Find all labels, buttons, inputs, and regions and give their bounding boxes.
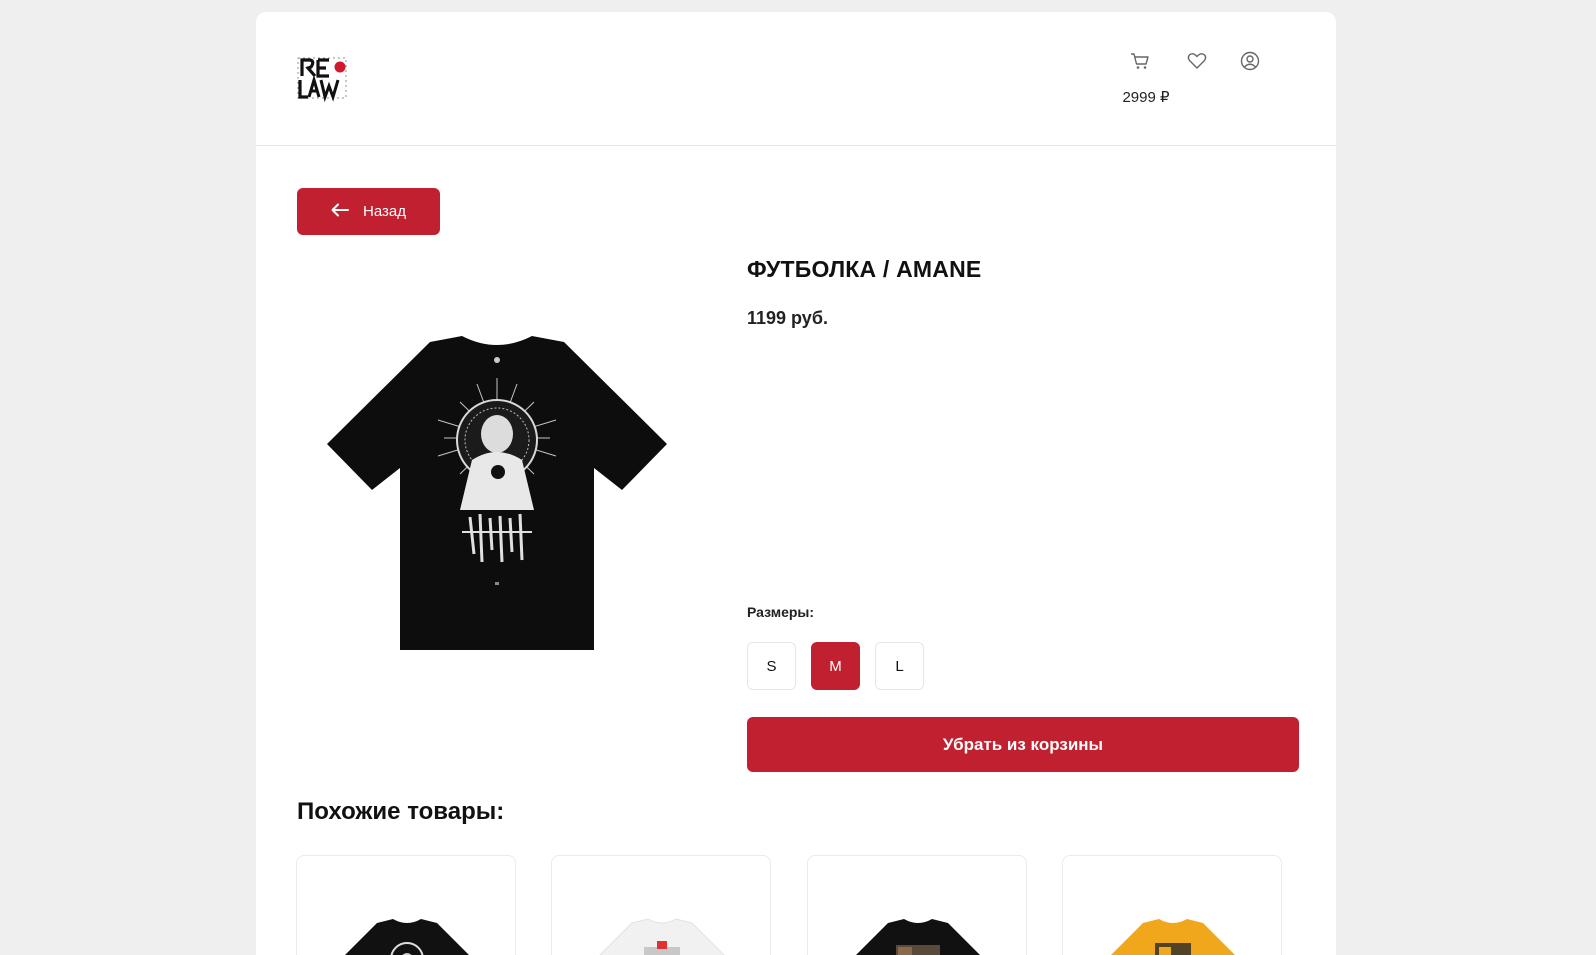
cart-icon[interactable] [1129, 50, 1151, 72]
similar-product-card[interactable] [807, 855, 1027, 955]
size-option-l[interactable]: L [875, 642, 924, 690]
size-option-m[interactable]: M [811, 642, 860, 690]
product-price: 1199 руб. [747, 308, 828, 328]
sizes-label: Размеры: [747, 604, 815, 620]
similar-product-image [345, 919, 469, 955]
similar-product-card[interactable] [296, 855, 516, 955]
similar-product-image [1111, 919, 1235, 955]
size-option-s[interactable]: S [747, 642, 796, 690]
brand-logo[interactable] [296, 56, 352, 103]
site-header: 2999 ₽ [256, 12, 1336, 146]
product-title: ФУТБОЛКА / AMANE [747, 256, 982, 282]
page-card: 2999 ₽ Назад ФУТБОЛКА / AMANE 1199 руб. … [256, 12, 1336, 955]
similar-product-card[interactable] [1062, 855, 1282, 955]
similar-product-image [856, 919, 980, 955]
product-image [312, 332, 682, 652]
similar-product-image [599, 918, 725, 955]
back-button[interactable]: Назад [297, 188, 440, 235]
similar-products-title: Похожие товары: [297, 798, 505, 825]
cart-total: 2999 ₽ [1122, 89, 1170, 106]
arrow-left-icon [331, 203, 349, 221]
similar-product-card[interactable] [551, 855, 771, 955]
back-button-label: Назад [363, 203, 406, 220]
heart-icon[interactable] [1186, 50, 1208, 72]
user-icon[interactable] [1239, 50, 1261, 72]
remove-from-cart-button[interactable]: Убрать из корзины [747, 717, 1299, 772]
